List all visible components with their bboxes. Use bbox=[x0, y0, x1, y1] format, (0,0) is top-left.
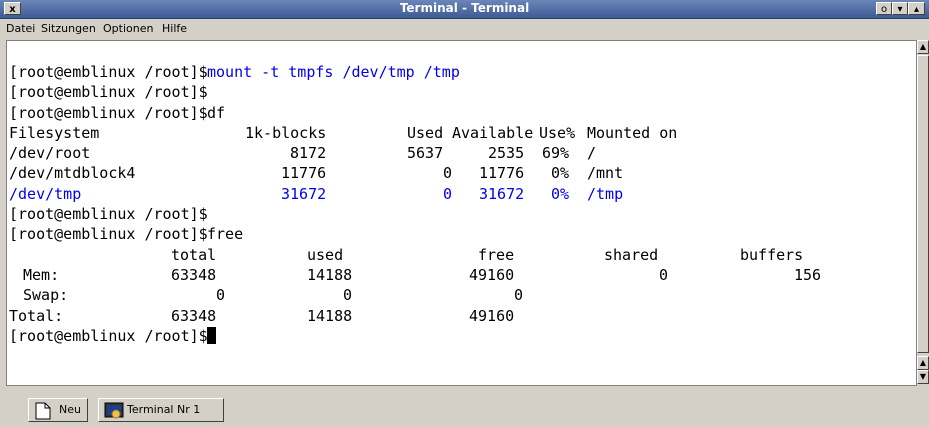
free-cell: Swap: bbox=[23, 286, 69, 305]
free-cell: 14188 bbox=[307, 306, 353, 325]
prompt: [root@emblinux /root]$ bbox=[9, 83, 208, 102]
free-cell: Total: bbox=[9, 306, 64, 325]
prompt: [root@emblinux /root]$ bbox=[9, 103, 208, 122]
free-header-used: used bbox=[307, 245, 344, 264]
df-cell: 69% bbox=[542, 144, 570, 163]
terminal-icon bbox=[104, 402, 124, 419]
df-header-usepct: Use% bbox=[539, 123, 576, 142]
free-cell: 0 bbox=[216, 286, 226, 305]
free-cell: 63348 bbox=[171, 306, 217, 325]
tab-terminal-label: Terminal Nr 1 bbox=[127, 403, 201, 416]
free-cell: Mem: bbox=[23, 265, 60, 284]
scroll-thumb[interactable] bbox=[917, 55, 929, 353]
df-cell: /dev/mtdblock4 bbox=[9, 164, 136, 183]
df-cell: 0 bbox=[443, 164, 453, 183]
prompt: [root@emblinux /root]$ bbox=[9, 205, 208, 224]
df-cell: 0 bbox=[443, 184, 453, 203]
prompt: [root@emblinux /root]$ bbox=[9, 225, 208, 244]
terminal-output[interactable]: [root@emblinux /root]$ mount -t tmpfs /d… bbox=[6, 40, 916, 386]
terminal-line: [root@emblinux /root]$ bbox=[9, 205, 208, 225]
df-header-row: Filesystem 1k-blocks Used Available Use%… bbox=[9, 124, 677, 144]
menu-optionen[interactable]: Optionen bbox=[103, 22, 153, 35]
free-cell: 63348 bbox=[171, 265, 217, 284]
free-cell: 0 bbox=[514, 286, 524, 305]
terminal-line: [root@emblinux /root]$ bbox=[9, 83, 208, 103]
free-cell: 156 bbox=[794, 265, 822, 284]
tab-terminal-1[interactable]: Terminal Nr 1 bbox=[98, 398, 224, 422]
df-header-used: Used bbox=[407, 123, 444, 142]
df-cell: /dev/tmp bbox=[9, 184, 82, 203]
df-header-mounted: Mounted on bbox=[587, 123, 678, 142]
free-header-shared: shared bbox=[604, 245, 659, 264]
df-cell: 2535 bbox=[488, 144, 525, 163]
df-cell: 31672 bbox=[281, 184, 327, 203]
df-cell: 31672 bbox=[479, 184, 525, 203]
df-cell: /mnt bbox=[587, 164, 624, 183]
free-cell: 49160 bbox=[469, 265, 515, 284]
df-row-highlight: /dev/tmp 31672 0 31672 0% /tmp bbox=[9, 185, 623, 205]
scroll-down-button[interactable]: ▼ bbox=[917, 370, 929, 384]
menu-bar: Datei Sitzungen Optionen Hilfe bbox=[0, 19, 929, 39]
maximize-button[interactable]: ▴ bbox=[908, 2, 925, 15]
prompt: [root@emblinux /root]$ bbox=[9, 63, 208, 81]
menu-sitzungen[interactable]: Sitzungen bbox=[41, 22, 96, 35]
free-cell: 49160 bbox=[469, 306, 515, 325]
free-cell: 0 bbox=[343, 286, 353, 305]
df-cell: /tmp bbox=[587, 184, 624, 203]
df-cell: 11776 bbox=[479, 164, 525, 183]
free-row: Total: 63348 14188 49160 bbox=[9, 306, 514, 327]
new-session-label: Neu bbox=[59, 403, 81, 416]
free-row: Swap: 0 0 0 bbox=[9, 286, 523, 306]
df-header-filesystem: Filesystem bbox=[9, 123, 100, 142]
df-row: /dev/root 8172 5637 2535 69% / bbox=[9, 144, 596, 164]
terminal-line: [root@emblinux /root]$ free bbox=[9, 225, 243, 245]
command-text: free bbox=[207, 225, 244, 244]
free-header-total: total bbox=[171, 245, 217, 264]
free-cell: 0 bbox=[659, 265, 669, 284]
command-text: mount -t tmpfs /dev/tmp /tmp bbox=[207, 63, 460, 81]
free-header-row: total used free shared buffers bbox=[9, 246, 803, 266]
df-header-available: Available bbox=[452, 123, 534, 142]
title-bar: x Terminal - Terminal o ▾ ▴ bbox=[0, 0, 929, 19]
new-session-button[interactable]: Neu bbox=[28, 398, 88, 422]
vertical-scrollbar[interactable]: ▲ ▲ ▼ bbox=[916, 40, 929, 386]
df-cell: /dev/root bbox=[9, 144, 91, 163]
df-cell: 11776 bbox=[281, 164, 327, 183]
df-cell: 0% bbox=[551, 164, 570, 183]
terminal-line: [root@emblinux /root]$ bbox=[9, 326, 216, 347]
scroll-up-button[interactable]: ▲ bbox=[917, 40, 929, 54]
terminal-line: [root@emblinux /root]$ mount -t tmpfs /d… bbox=[9, 63, 460, 83]
new-document-icon bbox=[35, 402, 51, 420]
df-cell: 5637 bbox=[407, 144, 444, 163]
prompt: [root@emblinux /root]$ bbox=[9, 326, 208, 345]
window-title: Terminal - Terminal bbox=[399, 1, 530, 15]
command-text: df bbox=[207, 103, 226, 122]
free-header-free: free bbox=[478, 245, 515, 264]
menu-datei[interactable]: Datei bbox=[6, 22, 35, 35]
scroll-up-small-button[interactable]: ▲ bbox=[917, 356, 929, 370]
terminal-line: [root@emblinux /root]$ df bbox=[9, 104, 225, 124]
session-tab-bar: Neu Terminal Nr 1 bbox=[0, 390, 929, 427]
free-cell: 14188 bbox=[307, 265, 353, 284]
free-header-buffers: buffers bbox=[740, 245, 804, 264]
df-cell: / bbox=[587, 144, 597, 163]
df-header-blocks: 1k-blocks bbox=[245, 123, 327, 142]
menu-hilfe[interactable]: Hilfe bbox=[162, 22, 187, 35]
text-cursor bbox=[207, 326, 216, 345]
df-row: /dev/mtdblock4 11776 0 11776 0% /mnt bbox=[9, 164, 623, 184]
window-menu-button[interactable]: ▾ bbox=[892, 2, 908, 15]
df-cell: 8172 bbox=[290, 144, 327, 163]
free-row: Mem: 63348 14188 49160 0 156 bbox=[9, 265, 821, 286]
minimize-button[interactable]: o bbox=[876, 2, 892, 15]
df-cell: 0% bbox=[551, 184, 570, 203]
